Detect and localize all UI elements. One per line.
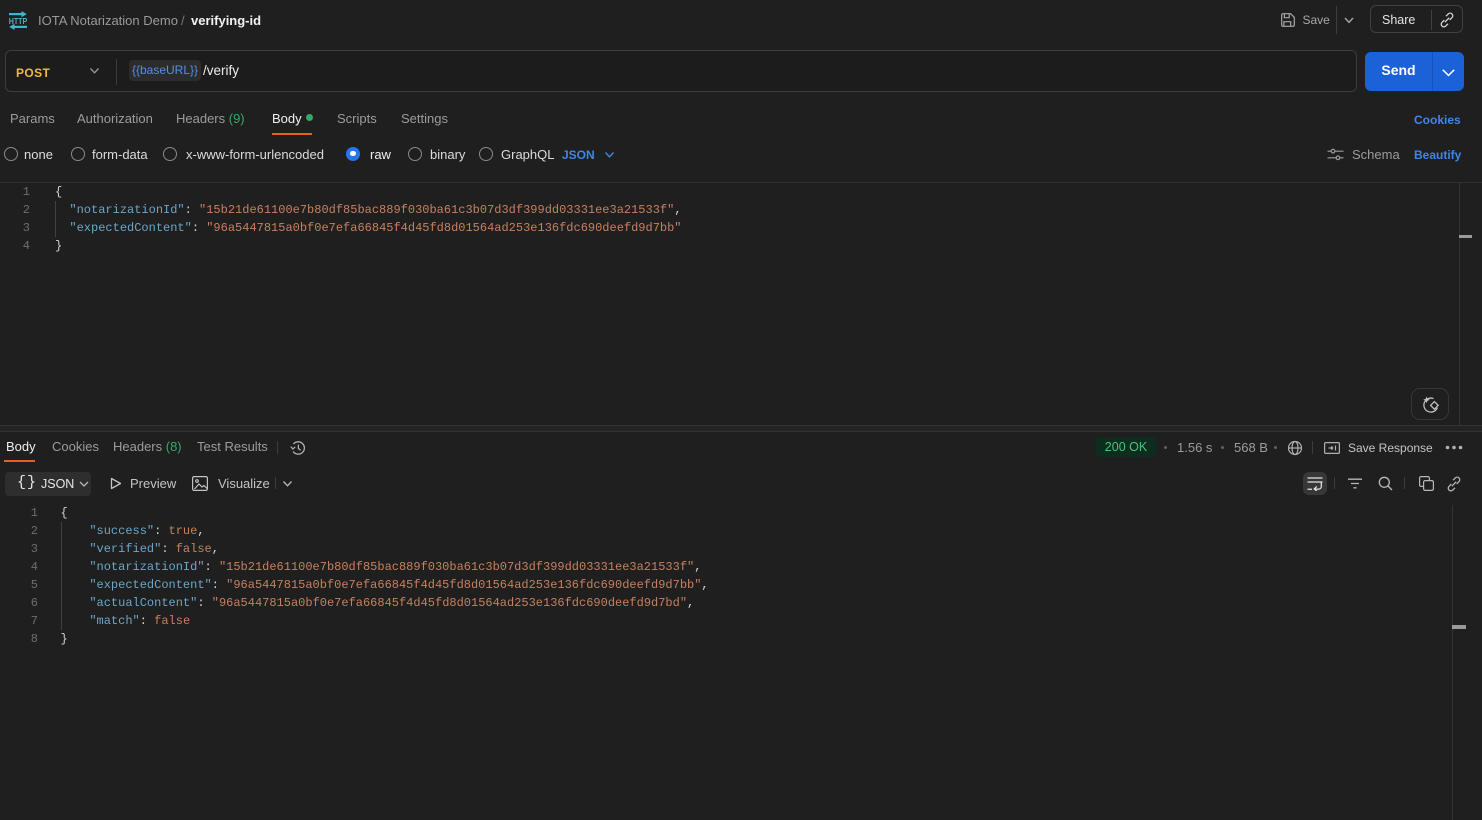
svg-text:HTTP: HTTP <box>9 16 28 26</box>
